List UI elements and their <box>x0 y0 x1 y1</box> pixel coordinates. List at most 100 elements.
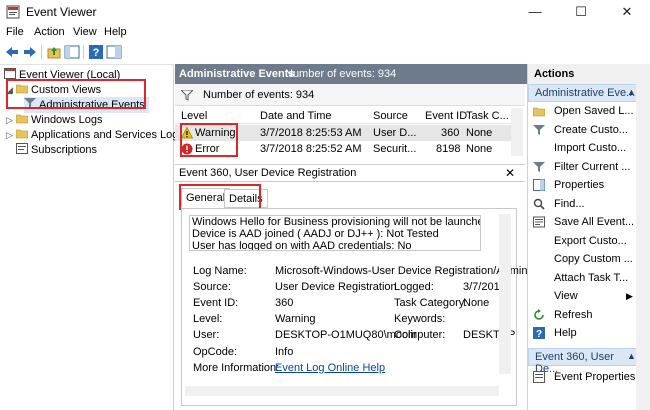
menu-help[interactable]: Help <box>104 26 127 38</box>
event-grid-scrollbar[interactable] <box>511 108 523 156</box>
column-header-level[interactable]: Level <box>181 110 207 122</box>
tree-item-windows-logs[interactable]: ▷ Windows Logs <box>6 112 103 128</box>
action-label: Export Custo... <box>554 234 627 247</box>
action-item[interactable]: Save All Event... <box>528 213 640 231</box>
action-item[interactable]: Import Custo... <box>528 139 640 157</box>
menu-file[interactable]: File <box>6 26 24 38</box>
action-label: View <box>554 290 578 302</box>
filter-icon <box>181 90 193 101</box>
column-header-source[interactable]: Source <box>373 110 408 122</box>
computer-label: Computer: <box>394 329 446 341</box>
center-header-count: Number of events: 934 <box>285 68 397 80</box>
title-bar: Event Viewer — ☐ ✕ <box>0 0 650 24</box>
action-item[interactable]: Export Custo... <box>528 232 640 250</box>
event-properties-icon <box>533 371 545 383</box>
column-header-task[interactable]: Task C... <box>466 110 509 122</box>
forward-icon[interactable] <box>22 44 38 60</box>
events-count-text: Number of events: 934 <box>203 89 315 101</box>
column-header-event-id[interactable]: Event ID <box>425 110 467 122</box>
tree-item-subscriptions[interactable]: Subscriptions <box>16 142 97 158</box>
cell-event-id: 360 <box>441 127 460 139</box>
action-label: Import Custo... <box>554 142 627 154</box>
subscriptions-icon <box>16 143 28 154</box>
action-event-properties[interactable]: Event Properties <box>528 368 640 386</box>
highlight-box-custom-views <box>6 79 146 109</box>
logged-label: Logged: <box>394 281 434 293</box>
events-count-bar: Number of events: 934 <box>175 84 525 106</box>
action-label: Find... <box>554 197 585 210</box>
actions-title: Actions <box>528 64 650 84</box>
tree-label-app-services-logs: Applications and Services Logs <box>31 129 184 141</box>
source-label: Source: <box>193 281 231 293</box>
toolbar: ? <box>0 42 650 62</box>
back-icon[interactable] <box>4 44 20 60</box>
event-log-online-help-link[interactable]: Event Log Online Help <box>275 361 385 375</box>
toolbar-separator <box>83 45 84 59</box>
save-icon <box>533 216 545 228</box>
find-icon <box>533 198 545 210</box>
action-label: Refresh <box>554 308 593 321</box>
action-item[interactable]: Open Saved L... <box>528 102 640 120</box>
action-label: Filter Current ... <box>554 160 631 173</box>
open-folder-icon <box>533 107 545 117</box>
cell-event-id: 8198 <box>436 143 461 155</box>
actions-title-text: Actions <box>534 68 575 80</box>
event-id-label: Event ID: <box>193 297 239 309</box>
action-item[interactable]: ? Help <box>528 324 640 342</box>
detail-close-icon[interactable]: ✕ <box>505 166 515 180</box>
chevron-right-icon[interactable]: ▷ <box>6 127 16 143</box>
menu-action[interactable]: Action <box>34 26 65 38</box>
more-info-label: More Information: <box>193 362 280 374</box>
detail-scrollbar[interactable] <box>499 214 511 374</box>
help-icon[interactable]: ? <box>88 44 104 60</box>
detail-hscrollbar[interactable] <box>185 386 499 396</box>
action-label: Copy Custom ... <box>554 253 633 265</box>
center-header-title: Administrative Events <box>179 68 295 80</box>
cell-source: User D... <box>373 127 417 139</box>
action-item[interactable]: Properties <box>528 176 640 194</box>
chevron-up-icon[interactable]: ▲ <box>627 87 636 97</box>
close-button[interactable]: ✕ <box>604 0 650 24</box>
description-line: Windows Hello for Business provisioning … <box>192 216 481 228</box>
filter-icon <box>533 161 545 172</box>
action-item[interactable]: Filter Current ... <box>528 158 640 176</box>
actions-section-event[interactable]: Event 360, User De... ▲ <box>528 348 638 375</box>
cell-datetime: 3/7/2018 8:25:53 AM <box>260 127 362 139</box>
action-label: Event Properties <box>554 371 636 383</box>
properties-icon[interactable] <box>106 44 122 60</box>
actions-scrollbar[interactable] <box>636 84 650 410</box>
action-item[interactable]: Attach Task T... <box>528 269 640 287</box>
tree-label-windows-logs: Windows Logs <box>31 114 103 126</box>
keywords-label: Keywords: <box>394 313 446 325</box>
maximize-button[interactable]: ☐ <box>558 0 604 24</box>
folder-up-icon[interactable] <box>46 44 62 60</box>
event-id-value: 360 <box>275 297 294 309</box>
action-label: Create Custo... <box>554 123 628 136</box>
detail-title: Event 360, User Device Registration <box>179 167 357 179</box>
tree-label-subscriptions: Subscriptions <box>31 144 98 156</box>
event-description[interactable]: Windows Hello for Business provisioning … <box>189 215 481 251</box>
cell-source: Securit... <box>373 143 417 155</box>
toolbar-separator <box>41 45 42 59</box>
actions-section-administrative[interactable]: Administrative Eve... ▲ <box>528 84 638 102</box>
console-tree: Event Viewer (Local) ◢ Custom Views Admin… <box>0 64 184 410</box>
action-item[interactable]: Copy Custom ... <box>528 250 640 268</box>
action-item[interactable]: Create Custo... <box>528 121 640 139</box>
action-item[interactable]: View ▶ <box>528 287 640 305</box>
action-label: Properties <box>554 179 605 191</box>
svg-text:?: ? <box>536 329 542 339</box>
console-tree-icon[interactable] <box>64 44 80 60</box>
chevron-up-icon[interactable]: ▲ <box>627 351 636 361</box>
center-pane: Administrative Events Number of events: … <box>175 64 528 410</box>
task-category-label: Task Category: <box>394 297 468 309</box>
action-item[interactable]: Refresh <box>528 306 640 324</box>
action-item[interactable]: Find... <box>528 195 640 213</box>
chevron-right-icon[interactable]: ▷ <box>6 112 16 128</box>
menu-view[interactable]: View <box>73 26 97 38</box>
minimize-button[interactable]: — <box>512 0 558 24</box>
filter-icon <box>533 124 545 135</box>
log-name-value: Microsoft-Windows-User Device Registrati… <box>275 265 528 277</box>
tree-item-app-services-logs[interactable]: ▷ Applications and Services Logs <box>6 127 184 143</box>
level-label: Level: <box>193 313 223 325</box>
column-header-date[interactable]: Date and Time <box>260 110 332 122</box>
